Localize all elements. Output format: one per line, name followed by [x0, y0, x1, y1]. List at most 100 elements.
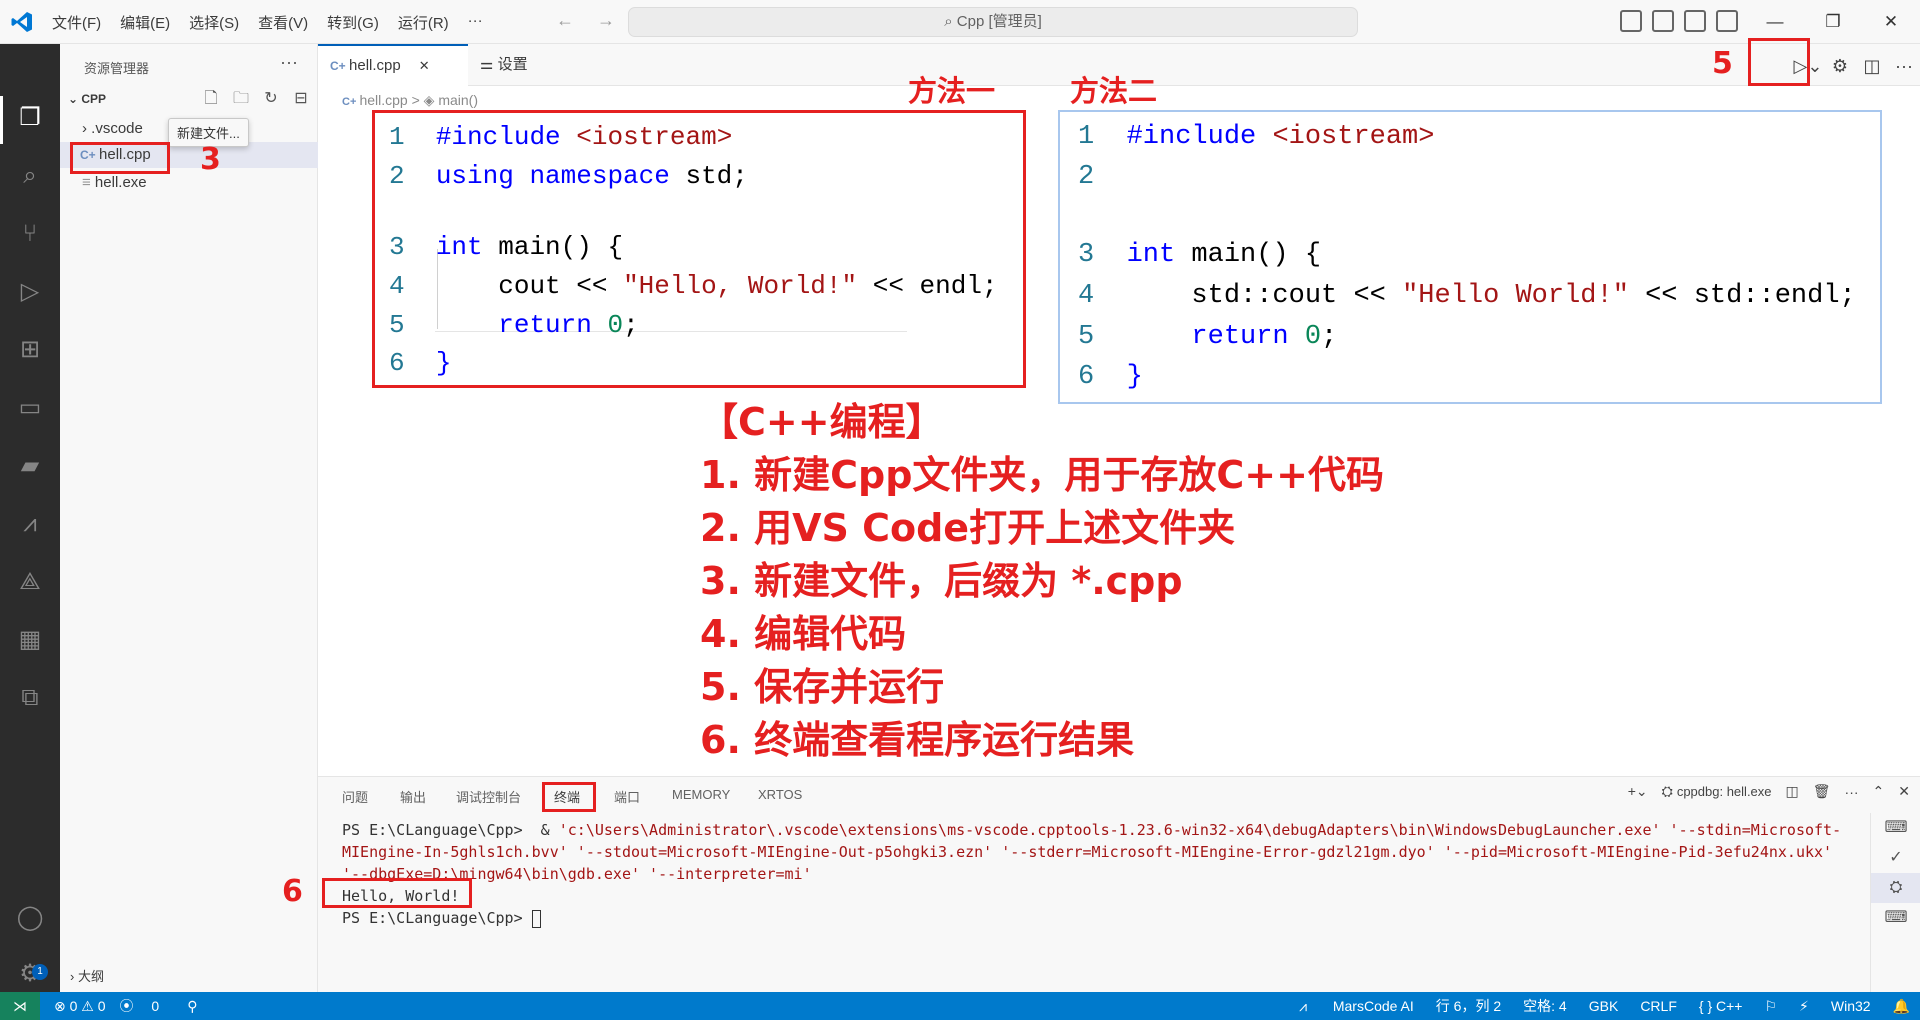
breadcrumb-file[interactable]: hell.cpp — [359, 92, 407, 108]
task-check-icon[interactable]: ✓ — [1871, 843, 1920, 873]
more-actions-icon[interactable]: ··· — [1888, 50, 1920, 82]
tab-ports[interactable]: 端口 — [614, 787, 640, 806]
cursor-position[interactable]: 行 6，列 2 — [1436, 996, 1501, 1016]
code-text: ; — [623, 310, 639, 340]
tab-xrtos[interactable]: XRTOS — [758, 787, 802, 802]
notifications-icon[interactable]: 🔔 — [1893, 998, 1910, 1015]
terminal-output[interactable]: PS E:\CLanguage\Cpp> & 'c:\Users\Adminis… — [342, 819, 1841, 929]
menu-edit[interactable]: 编辑(E) — [120, 12, 170, 33]
highlight-box-hell-cpp — [70, 142, 170, 174]
marscode-icon[interactable]: ⩘ — [12, 506, 48, 542]
status-bar: ⋊ ⊗ 0 ⚠ 0 ⦿ 0 ⚲ ⩘ MarsCode AI 行 6，列 2 空格… — [0, 992, 1920, 1020]
line-ending[interactable]: CRLF — [1640, 998, 1677, 1014]
debug-terminal-icon[interactable]: ⛭ — [1871, 873, 1920, 903]
settings-gear-icon[interactable]: ⚙ — [1824, 50, 1856, 82]
line-number: 5 — [389, 310, 405, 340]
terminal-prompt: PS E:\CLanguage\Cpp> — [342, 909, 532, 927]
kill-terminal-icon[interactable]: 🗑 — [1813, 783, 1831, 800]
extensions-icon[interactable]: ⊞ — [12, 332, 48, 368]
run-debug-icon[interactable]: ▷ — [12, 274, 48, 310]
forward-arrow-icon[interactable]: → — [597, 10, 615, 30]
back-arrow-icon[interactable]: ← — [556, 10, 574, 30]
tab-memory[interactable]: MEMORY — [672, 787, 730, 802]
explorer-icon[interactable]: ❐ — [12, 100, 48, 136]
chip-icon[interactable]: ▦ — [12, 622, 48, 658]
cpp-config-icon[interactable]: ⚡ — [1799, 998, 1809, 1015]
terminal-line: MIEngine-In-5ghls1ch.bvv' '--stdout=Micr… — [342, 843, 1833, 861]
code-text: } — [435, 348, 452, 378]
remote-status-icon[interactable]: ⚐ — [1764, 998, 1777, 1015]
indentation[interactable]: 空格: 4 — [1523, 996, 1567, 1016]
toggle-secondary-sidebar-icon[interactable] — [1684, 10, 1706, 32]
new-folder-icon[interactable]: 🗀 — [230, 88, 252, 110]
new-terminal-icon[interactable]: +⌄ — [1628, 783, 1648, 800]
menu-view[interactable]: 查看(V) — [258, 12, 308, 33]
close-panel-icon[interactable]: ✕ — [1898, 783, 1910, 800]
tree-item-hell-exe[interactable]: ≡ hell.exe — [82, 174, 147, 191]
remote-explorer-icon[interactable]: ▭ — [12, 390, 48, 426]
command-center-search[interactable]: ⌕ Cpp [管理员] — [628, 7, 1358, 37]
code-text: cout << — [498, 271, 624, 301]
code-line: 3 int main() { — [389, 229, 623, 265]
menu-selection[interactable]: 选择(S) — [189, 12, 239, 33]
close-window-button[interactable]: ✕ — [1862, 0, 1920, 44]
code-line: 4 std::cout << "Hello World!" << std::en… — [1078, 277, 1856, 315]
tab-output[interactable]: 输出 — [400, 787, 426, 806]
split-editor-icon[interactable]: ◫ — [1856, 50, 1888, 82]
tab-settings[interactable]: ⚌ 设置 — [468, 44, 608, 86]
problems-status[interactable]: ⊗ 0 ⚠ 0 — [54, 998, 106, 1015]
tab-problems[interactable]: 问题 — [342, 787, 368, 806]
outline-section[interactable]: › 大纲 — [70, 966, 104, 985]
more-actions-icon[interactable]: ··· — [280, 52, 298, 73]
close-tab-icon[interactable]: ✕ — [419, 58, 430, 73]
tab-hell-cpp[interactable]: C+ hell.cpp ✕ — [318, 44, 468, 86]
menu-more[interactable]: ··· — [468, 12, 483, 33]
new-file-icon[interactable]: 🗋 — [200, 88, 222, 110]
code-line: 3 int main() { — [1078, 236, 1321, 274]
menu-go[interactable]: 转到(G) — [327, 12, 379, 33]
maximize-button[interactable]: ❐ — [1804, 0, 1862, 44]
annotation-3: 3 — [200, 142, 221, 177]
language-mode[interactable]: { } C++ — [1699, 998, 1743, 1014]
toggle-sidebar-icon[interactable] — [1620, 10, 1642, 32]
tab-debug-console[interactable]: 调试控制台 — [456, 787, 521, 806]
tree-item-vscode[interactable]: › .vscode — [82, 120, 143, 137]
debug-status-icon[interactable]: ⚲ — [187, 998, 197, 1015]
breadcrumb-symbol[interactable]: main() — [438, 92, 478, 108]
session-name[interactable]: cppdbg: hell.exe — [1677, 784, 1772, 799]
encoding[interactable]: GBK — [1589, 998, 1619, 1014]
code-text: main() { — [1175, 240, 1322, 270]
search-icon[interactable]: ⌕ — [12, 158, 48, 194]
highlight-box-run-button — [1748, 38, 1810, 86]
step-2: 2. 用VS Code打开上述文件夹 — [700, 506, 1236, 550]
activity-bar: ❐ ⌕ ⑂ ▷ ⊞ ▭ ▰ ⩘ ⟁ ▦ ⧉ ◯ ⚙ 1 — [0, 44, 60, 992]
folder-header[interactable]: ⌄ CPP — [68, 92, 106, 106]
maximize-panel-icon[interactable]: ⌃ — [1873, 783, 1885, 800]
cmake-icon[interactable]: ▰ — [12, 448, 48, 484]
remote-indicator-icon[interactable]: ⋊ — [0, 992, 40, 1020]
marscode-status[interactable]: ⩘ MarsCode AI — [1277, 998, 1414, 1015]
account-icon[interactable]: ◯ — [12, 900, 48, 936]
chevron-down-icon: ⌄ — [68, 92, 82, 106]
code-line: 2 using namespace std; — [389, 158, 748, 194]
platform[interactable]: Win32 — [1831, 998, 1871, 1014]
menu-file[interactable]: 文件(F) — [52, 12, 101, 33]
menu-run[interactable]: 运行(R) — [398, 12, 449, 33]
split-terminal-icon[interactable]: ◫ — [1786, 783, 1799, 800]
customize-layout-icon[interactable] — [1716, 10, 1738, 32]
testing-icon[interactable]: ⧉ — [12, 680, 48, 716]
toggle-panel-icon[interactable] — [1652, 10, 1674, 32]
line-number: 2 — [1078, 162, 1095, 192]
terminal-instance-icon[interactable]: ⌨ — [1871, 813, 1920, 843]
refresh-icon[interactable]: ↻ — [260, 88, 282, 110]
line-number: 6 — [389, 348, 405, 378]
collapse-all-icon[interactable]: ⊟ — [290, 88, 312, 110]
more-actions-icon[interactable]: ··· — [1845, 784, 1859, 800]
code-line: 1 #include <iostream> — [1078, 118, 1434, 156]
tasks-icon[interactable]: ⟁ — [12, 564, 48, 600]
source-control-icon[interactable]: ⑂ — [12, 216, 48, 252]
code-line: 1 #include <iostream> — [389, 119, 732, 155]
code-text: std::cout << — [1191, 281, 1403, 311]
ports-status[interactable]: ⦿ 0 — [120, 996, 174, 1016]
terminal-instance-icon[interactable]: ⌨ — [1871, 903, 1920, 933]
